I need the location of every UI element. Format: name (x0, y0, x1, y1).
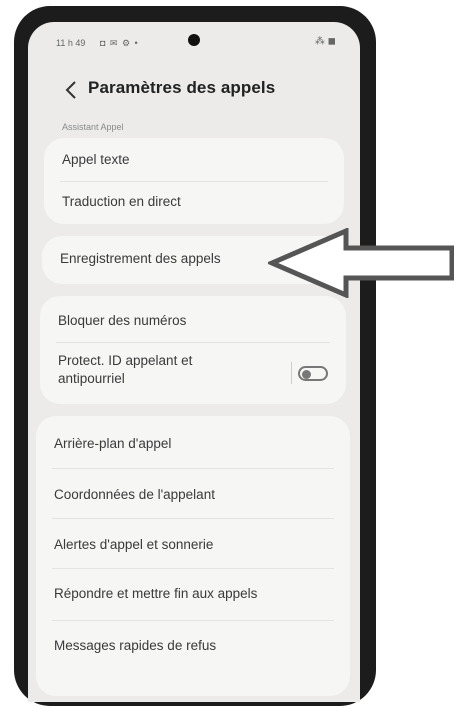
setting-label: Enregistrement des appels (60, 251, 221, 266)
setting-label: Alertes d'appel et sonnerie (54, 537, 214, 552)
page-title: Paramètres des appels (88, 78, 276, 97)
setting-label: Protect. ID appelant et antipourriel (58, 353, 193, 386)
setting-label: Appel texte (62, 152, 130, 167)
toggle-knob (302, 369, 311, 379)
card-assistant: Appel texte Traduction en direct (44, 138, 344, 224)
setting-alertes[interactable]: Alertes d'appel et sonnerie (36, 518, 350, 568)
toggle-separator (291, 362, 292, 384)
setting-label: Traduction en direct (62, 194, 181, 209)
setting-label: Coordonnées de l'appelant (54, 487, 215, 502)
setting-traduction[interactable]: Traduction en direct (44, 181, 344, 224)
setting-label: Messages rapides de refus (54, 638, 217, 653)
status-time: 11 h 49 (56, 38, 86, 48)
setting-protect-id[interactable]: Protect. ID appelant et antipourriel (40, 342, 346, 404)
status-bar: 11 h 49 ◘ ✉ ⚙ • ⁂ ◼ (28, 22, 360, 52)
annotation-arrow-icon (268, 228, 454, 298)
status-right-icons: ⁂ ◼ (314, 36, 336, 47)
setting-appel-texte[interactable]: Appel texte (44, 138, 344, 181)
setting-bloquer[interactable]: Bloquer des numéros (40, 296, 346, 340)
protect-id-toggle[interactable] (298, 366, 328, 381)
status-icons: ◘ ✉ ⚙ • (100, 38, 139, 48)
setting-messages-rapides[interactable]: Messages rapides de refus (36, 620, 350, 670)
section-label-assistant: Assistant Appel (62, 122, 124, 132)
setting-label: Bloquer des numéros (58, 313, 187, 328)
phone-screen: 11 h 49 ◘ ✉ ⚙ • ⁂ ◼ Paramètres des appel… (28, 22, 360, 702)
camera-hole (188, 34, 200, 46)
setting-label: Répondre et mettre fin aux appels (54, 586, 258, 601)
card-call-options: Arrière-plan d'appel Coordonnées de l'ap… (36, 416, 350, 696)
setting-coordonnees[interactable]: Coordonnées de l'appelant (36, 468, 350, 518)
card-blocking: Bloquer des numéros Protect. ID appelant… (40, 296, 346, 404)
setting-label: Arrière-plan d'appel (54, 436, 172, 451)
setting-repondre[interactable]: Répondre et mettre fin aux appels (36, 568, 350, 618)
header: Paramètres des appels (28, 70, 360, 110)
setting-arriere-plan[interactable]: Arrière-plan d'appel (36, 416, 350, 466)
back-chevron-icon[interactable] (60, 78, 84, 102)
